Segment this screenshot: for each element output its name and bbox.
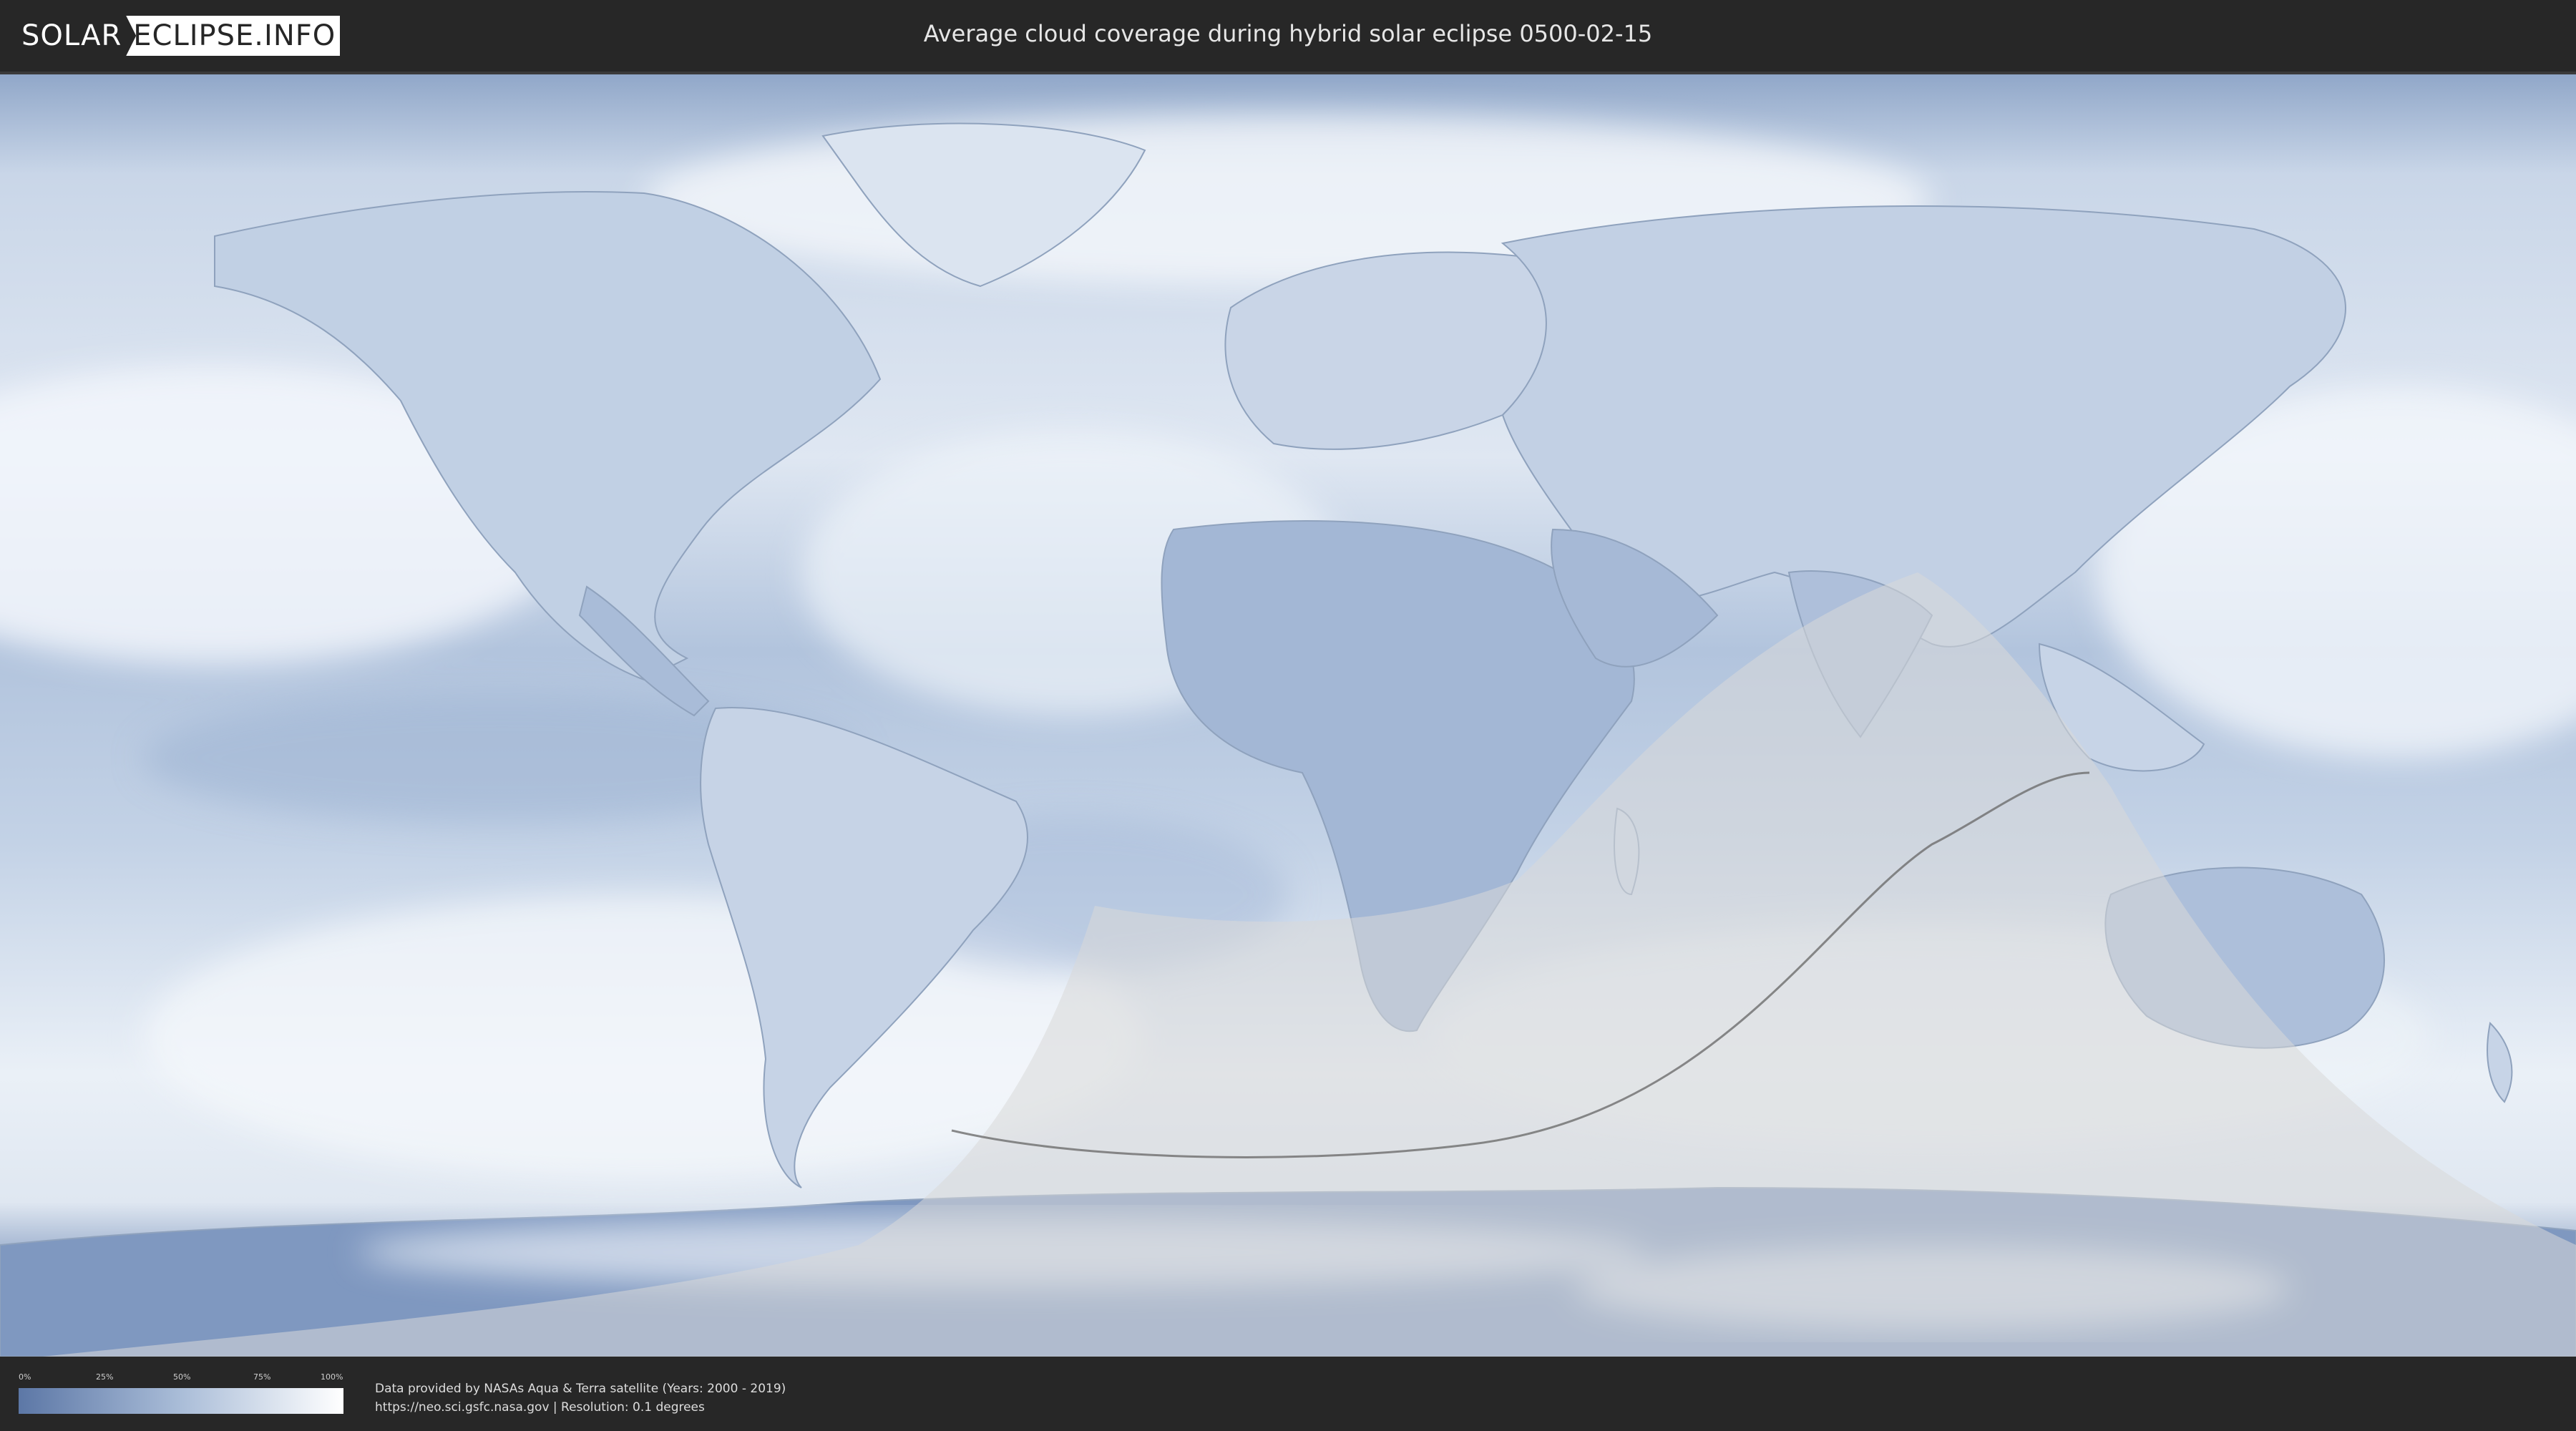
- footer-bar: 0% 25% 50% 75% 100% Data provided by NAS…: [0, 1357, 2576, 1431]
- legend-tick-50: 50%: [173, 1372, 191, 1382]
- legend-color-bar: [19, 1388, 343, 1414]
- data-source: Data provided by NASAs Aqua & Terra sate…: [375, 1379, 786, 1417]
- map-canvas: [0, 72, 2576, 1357]
- data-source-line-2: https://neo.sci.gsfc.nasa.gov | Resoluti…: [375, 1400, 705, 1415]
- header-bar: SOLAR ECLIPSE.INFO Average cloud coverag…: [0, 0, 2576, 72]
- map-frame-top: [0, 72, 2576, 74]
- cloud-coverage-map: [0, 72, 2576, 1357]
- legend-tick-row: 0% 25% 50% 75% 100%: [19, 1372, 343, 1385]
- page-title: Average cloud coverage during hybrid sol…: [923, 20, 1653, 47]
- cloud-coverage-legend: 0% 25% 50% 75% 100%: [19, 1372, 343, 1414]
- legend-tick-100: 100%: [321, 1372, 343, 1382]
- legend-tick-75: 75%: [253, 1372, 271, 1382]
- legend-tick-25: 25%: [96, 1372, 114, 1382]
- legend-tick-0: 0%: [19, 1372, 31, 1382]
- data-source-line-1: Data provided by NASAs Aqua & Terra sate…: [375, 1382, 786, 1396]
